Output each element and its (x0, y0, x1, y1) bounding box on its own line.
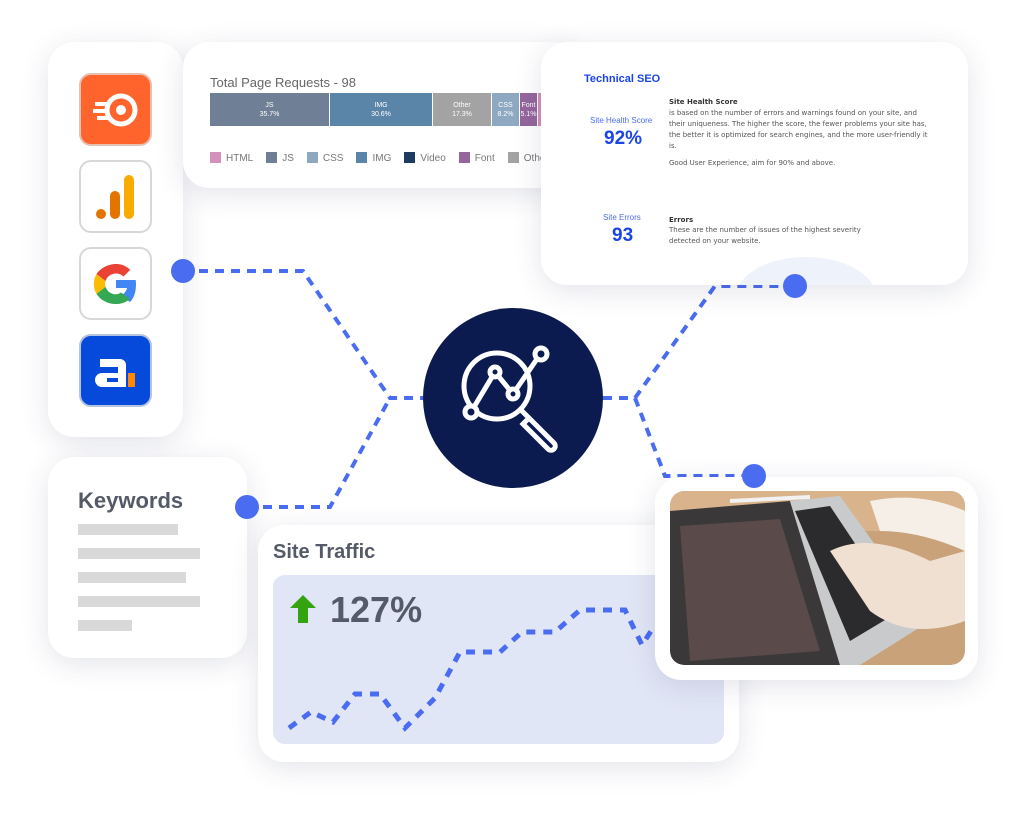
site-health-value: 92% (604, 128, 643, 149)
connector-keywords (247, 397, 392, 509)
bar-segment: Other 17.3% (433, 93, 492, 126)
segment-label: JS (265, 101, 274, 109)
segment-label: CSS (498, 101, 513, 109)
google-analytics-icon (95, 174, 134, 219)
legend-item: CSS (306, 152, 344, 164)
laptop-typing-photo (670, 491, 965, 665)
legend-label: HTML (226, 153, 254, 164)
ahrefs-icon (94, 358, 135, 387)
bar-segment: IMG 30.6% (330, 93, 433, 126)
site-health-heading: Site Health Score (669, 98, 738, 106)
connector-tools (183, 269, 423, 400)
bar-segment: Font 5.1% (520, 93, 538, 126)
legend-swatch (210, 152, 221, 163)
page-requests-legend: HTML JS CSS IMG Video Font Other (210, 152, 549, 164)
legend-item: IMG (356, 152, 391, 164)
legend-swatch (266, 152, 278, 163)
bar-segment: JS 35.7% (210, 93, 330, 126)
site-errors-value: 93 (612, 225, 634, 246)
technical-seo-card: Technical SEO Site Health Score 92% Site… (541, 42, 968, 285)
errors-description: These are the number of issues of the hi… (669, 226, 861, 245)
segment-value: 8.2% (497, 110, 514, 118)
connector-dot-keywords (235, 495, 259, 519)
tools-card (48, 42, 183, 437)
connector-photo (633, 397, 754, 478)
legend-item: Video (404, 152, 446, 164)
legend-label: JS (282, 153, 294, 164)
site-health-note: Good User Experience, aim for 90% and ab… (669, 159, 836, 167)
segment-label: IMG (374, 101, 388, 109)
google-tool[interactable] (79, 247, 152, 320)
legend-swatch (458, 152, 470, 163)
legend-item: HTML (210, 152, 253, 164)
segment-value: 35.7% (259, 110, 280, 118)
site-health-label: Site Health Score (590, 116, 653, 125)
analytics-magnifier-icon (461, 345, 558, 453)
keyword-placeholder-line (78, 548, 200, 559)
site-health-description: is based on the number of errors and war… (669, 109, 928, 150)
legend-swatch (404, 152, 416, 163)
legend-label: CSS (322, 153, 344, 164)
legend-label: Font (474, 153, 495, 164)
page-requests-title: Total Page Requests - 98 (210, 75, 356, 90)
keyword-placeholder-line (78, 596, 200, 607)
keywords-card: Keywords (48, 457, 247, 658)
connector-dot-photo (742, 464, 766, 488)
technical-seo-title: Technical SEO (584, 73, 661, 85)
semrush-icon (92, 93, 137, 126)
legend-swatch (356, 152, 368, 163)
connector-dot-tools (171, 259, 195, 283)
page-requests-card: Total Page Requests - 98 JS 35.7% IMG 30.6%… (183, 42, 578, 188)
legend-swatch (507, 152, 519, 163)
ahrefs-tool[interactable] (79, 334, 152, 407)
segment-label: Other (453, 101, 471, 109)
segment-value: 17.3% (452, 110, 472, 118)
keyword-placeholder-line (78, 524, 178, 535)
photo-card (655, 477, 978, 680)
keywords-title: Keywords (78, 488, 184, 513)
segment-value: 30.6% (371, 110, 391, 118)
segment-label: Font (521, 101, 536, 109)
connector-seo (603, 284, 795, 400)
legend-label: Video (420, 153, 446, 164)
center-analytics-badge (423, 308, 603, 488)
google-icon (93, 263, 136, 304)
page-requests-bar: JS 35.7% IMG 30.6% Other 17.3% CSS 8.2% Font 5.1% (210, 93, 553, 126)
legend-label: IMG (372, 153, 392, 164)
legend-swatch (306, 152, 318, 163)
semrush-tool[interactable] (79, 73, 152, 146)
keyword-placeholder-line (78, 620, 132, 631)
keyword-placeholder-line (78, 572, 186, 583)
legend-item: JS (266, 152, 294, 164)
segment-value: 5.1% (520, 110, 537, 118)
bar-segment: CSS 8.2% (492, 93, 520, 126)
connector-dot-seo (783, 274, 807, 298)
site-errors-label: Site Errors (603, 213, 641, 222)
legend-item: Font (458, 152, 495, 164)
google-analytics-tool[interactable] (79, 160, 152, 233)
